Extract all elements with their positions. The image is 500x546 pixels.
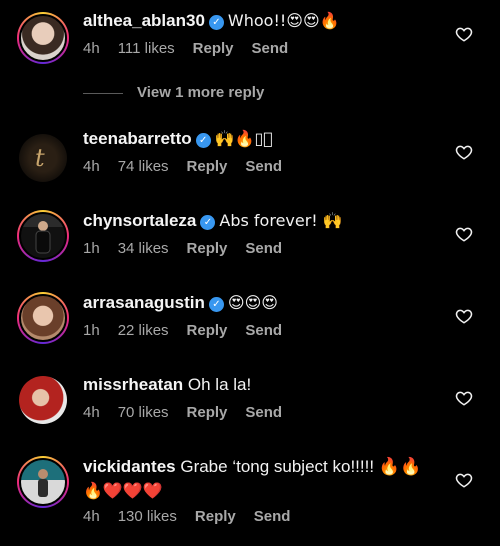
person-silhouette-icon	[35, 221, 51, 254]
username[interactable]: arrasanagustin	[83, 293, 205, 312]
send-button[interactable]: Send	[254, 508, 291, 526]
divider	[83, 92, 123, 94]
avatar-ring[interactable]	[17, 456, 69, 508]
avatar-ring[interactable]	[17, 210, 69, 262]
comment-text: 😍😍😍	[227, 293, 278, 312]
comment-text: Oh la la!	[187, 375, 252, 394]
heart-outline-icon[interactable]	[455, 225, 473, 243]
avatar-ring[interactable]	[17, 292, 69, 344]
username[interactable]: althea_ablan30	[83, 11, 205, 30]
like-count[interactable]: 34 likes	[118, 240, 169, 258]
avatar	[19, 14, 67, 62]
comment-time: 4h	[83, 40, 100, 57]
heart-outline-icon[interactable]	[455, 25, 473, 43]
verified-badge-icon: ✓	[200, 215, 216, 230]
comment-time: 1h	[83, 240, 100, 257]
heart-outline-icon[interactable]	[455, 307, 473, 325]
comment-text-line2: 🔥❤️❤️❤️	[83, 481, 163, 500]
verified-badge-icon: ✓	[195, 133, 211, 148]
reply-button[interactable]: Reply	[187, 240, 228, 258]
comment-text: Grabe ‘tong subject ko!!!!! 🔥🔥	[180, 457, 422, 476]
verified-badge-icon: ✓	[208, 297, 224, 312]
like-count[interactable]: 74 likes	[118, 158, 169, 176]
reply-button[interactable]: Reply	[195, 508, 236, 526]
send-button[interactable]: Send	[245, 240, 282, 258]
comment-text: Abs forever! 🙌	[219, 211, 343, 230]
comment-time: 4h	[83, 158, 100, 175]
avatar	[19, 458, 67, 506]
send-button[interactable]: Send	[252, 40, 289, 58]
username[interactable]: chynsortaleza	[83, 211, 196, 230]
reply-button[interactable]: Reply	[187, 158, 228, 176]
avatar	[19, 294, 67, 342]
heart-outline-icon[interactable]	[455, 471, 473, 489]
reply-button[interactable]: Reply	[187, 322, 228, 340]
heart-outline-icon[interactable]	[455, 143, 473, 161]
username[interactable]: vickidantes	[83, 457, 176, 476]
verified-badge-icon: ✓	[208, 15, 224, 30]
view-more-label: View 1 more reply	[137, 84, 265, 101]
username[interactable]: teenabarretto	[83, 129, 192, 148]
username[interactable]: missrheatan	[83, 375, 183, 394]
comment-time: 4h	[83, 508, 100, 525]
avatar	[19, 212, 67, 260]
send-button[interactable]: Send	[245, 322, 282, 340]
like-count[interactable]: 22 likes	[118, 322, 169, 340]
heart-outline-icon[interactable]	[455, 389, 473, 407]
like-count[interactable]: 70 likes	[118, 404, 169, 422]
avatar[interactable]	[19, 376, 67, 424]
like-count[interactable]: 111 likes	[118, 40, 175, 58]
avatar[interactable]: t	[19, 134, 67, 182]
send-button[interactable]: Send	[245, 158, 282, 176]
avatar-ring[interactable]	[17, 12, 69, 64]
comment-time: 4h	[83, 404, 100, 421]
comment-text: 🙌🔥▯🏻	[214, 129, 273, 148]
view-more-replies-button[interactable]: View 1 more reply	[83, 84, 264, 101]
logo-icon: t	[35, 144, 45, 172]
reply-button[interactable]: Reply	[193, 40, 234, 58]
svg-text:t: t	[35, 144, 45, 172]
reply-button[interactable]: Reply	[187, 404, 228, 422]
like-count[interactable]: 130 likes	[118, 508, 177, 526]
person-silhouette-icon	[38, 469, 48, 497]
comment-time: 1h	[83, 322, 100, 339]
comment-text: Whoo!!😍😍🔥	[227, 11, 340, 30]
send-button[interactable]: Send	[245, 404, 282, 422]
